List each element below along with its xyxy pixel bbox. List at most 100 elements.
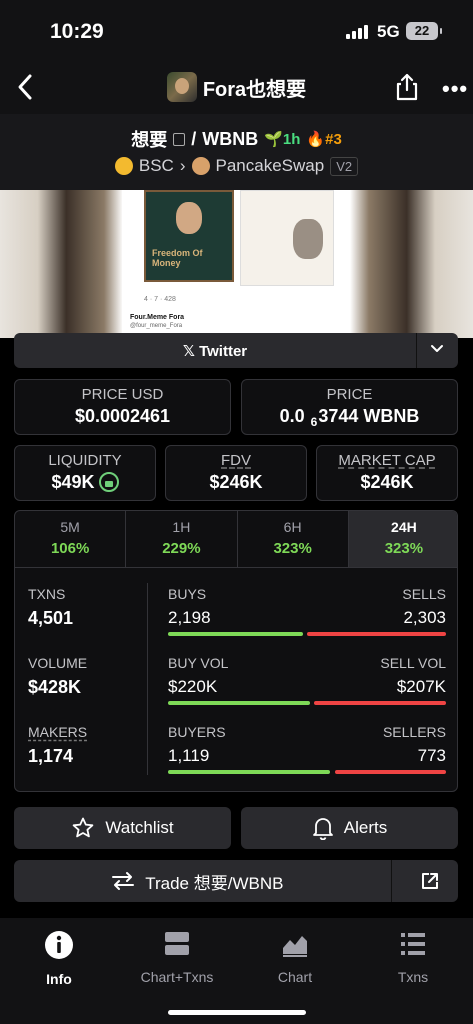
buys-value: 2,198: [168, 608, 211, 627]
market-cap-label[interactable]: MARKET CAP: [338, 452, 435, 469]
market-cap-value: $246K: [360, 472, 414, 492]
pair-separator: /: [191, 128, 197, 149]
list-icon: [401, 933, 425, 955]
star-icon: [73, 817, 94, 838]
trending-rank-value: #3: [325, 131, 342, 148]
swap-icon: [112, 872, 135, 890]
tab-txns[interactable]: Txns: [363, 930, 463, 985]
sell-vol-bar: [314, 701, 446, 705]
nav-bar: Fora也想要 •••: [0, 62, 473, 114]
tab-5m[interactable]: 5M 106%: [15, 511, 127, 567]
price-value-zeros: 6: [310, 415, 318, 429]
twitter-label: Twitter: [199, 343, 248, 360]
tab-chart-label: Chart: [277, 969, 313, 985]
volume-label: VOLUME: [28, 655, 88, 671]
trade-button[interactable]: Trade 想要/WBNB: [14, 860, 381, 902]
x-icon: 𝕏: [182, 343, 195, 360]
makers-value: 1,174: [28, 746, 74, 766]
buy-vol-label: BUY VOL: [168, 655, 229, 671]
token-avatar: [166, 72, 197, 102]
chevron-right-icon: ›: [179, 156, 186, 175]
tab-label: 1H: [172, 519, 191, 535]
fdv-card: FDV $246K: [165, 445, 307, 501]
sell-vol-value: $207K: [396, 677, 446, 696]
tweet-handle: @four_meme_Fora: [130, 323, 183, 329]
tab-label: 6H: [283, 519, 302, 535]
watchlist-button[interactable]: Watchlist: [14, 807, 231, 849]
timeframe-tabs: 5M 106% 1H 229% 6H 323% 24H 323%: [15, 511, 457, 568]
makers-label[interactable]: MAKERS: [28, 724, 87, 740]
chain-line: BSC › PancakeSwap V2: [0, 156, 473, 176]
tweet-preview: Freedom Of Money 4 · 7 · 428 Four.Meme F…: [122, 190, 350, 338]
external-link-icon: [421, 873, 438, 889]
alerts-button[interactable]: Alerts: [241, 807, 458, 849]
twitter-button[interactable]: 𝕏 Twitter: [14, 342, 416, 360]
pair-age: 🌱1h: [264, 130, 300, 148]
buyers-value: 1,119: [168, 746, 210, 765]
tab-change: 106%: [50, 540, 90, 557]
header-banner-image: Freedom Of Money 4 · 7 · 428 Four.Meme F…: [0, 190, 473, 338]
makers-row: MAKERS 1,174 BUYERS SELLERS 1,119 773: [15, 724, 457, 784]
chain-name[interactable]: BSC: [139, 156, 174, 176]
fdv-value: $246K: [209, 472, 263, 492]
buy-vol-value: $220K: [168, 677, 218, 696]
watchlist-label: Watchlist: [105, 818, 174, 837]
home-indicator: [168, 1010, 306, 1015]
trending-rank: 🔥#3: [306, 130, 341, 148]
tab-info[interactable]: Info: [9, 930, 109, 987]
liquidity-value-row: $49K: [15, 472, 155, 493]
chevron-down-icon[interactable]: [430, 342, 444, 356]
seedling-icon: 🌱: [264, 131, 283, 148]
tab-label: 24H: [391, 519, 417, 535]
tab-label: 5M: [60, 519, 80, 535]
more-icon[interactable]: •••: [442, 76, 468, 102]
trade-bar: Trade 想要/WBNB: [14, 860, 458, 902]
bottom-tab-bar: Info Chart+Txns Chart Txns: [0, 918, 473, 1024]
pancakeswap-icon: [191, 157, 210, 175]
price-native-card: PRICE 0.0 63744 WBNB: [241, 379, 458, 435]
alerts-label: Alerts: [343, 818, 388, 837]
chart-txns-icon: [165, 932, 189, 955]
tab-24h[interactable]: 24H 323%: [348, 511, 457, 567]
volume-row: VOLUME $428K BUY VOL SELL VOL $220K $207…: [15, 655, 457, 715]
book-title: Freedom Of Money: [152, 248, 203, 268]
bsc-icon: [114, 157, 133, 175]
tab-6h[interactable]: 6H 323%: [238, 511, 349, 567]
buyers-bar: [168, 770, 330, 774]
dex-name[interactable]: PancakeSwap: [216, 156, 325, 176]
tab-txns-label: Txns: [397, 969, 429, 985]
price-usd-label: PRICE USD: [81, 386, 164, 403]
sellers-bar: [335, 770, 446, 774]
divider: [390, 860, 392, 902]
bell-icon: [312, 818, 333, 840]
tab-1h[interactable]: 1H 229%: [126, 511, 238, 567]
quote-symbol: WBNB: [202, 128, 259, 149]
price-value: 0.0 63744 WBNB: [242, 406, 457, 429]
copy-icon[interactable]: [173, 132, 186, 146]
sellers-label: SELLERS: [382, 724, 446, 740]
share-icon[interactable]: [394, 72, 420, 102]
liquidity-card: LIQUIDITY $49K: [14, 445, 156, 501]
tab-info-label: Info: [46, 971, 72, 987]
buys-label: BUYS: [168, 586, 207, 602]
tab-chart[interactable]: Chart: [245, 930, 345, 985]
sellers-value: 773: [417, 746, 446, 765]
tweet-author: Four.Meme Fora: [130, 314, 185, 321]
lock-icon[interactable]: [98, 472, 119, 492]
fdv-label[interactable]: FDV: [221, 452, 251, 469]
status-bar: 10:29 5G 22: [0, 0, 473, 62]
info-icon: [45, 931, 73, 959]
market-cap-card: MARKET CAP $246K: [316, 445, 458, 501]
pair-line: 想要 / WBNB 🌱1h 🔥#3: [0, 126, 473, 152]
price-label: PRICE: [326, 386, 373, 403]
tab-chart-txns[interactable]: Chart+Txns: [127, 930, 227, 985]
trade-label: Trade 想要/WBNB: [145, 873, 284, 893]
buy-vol-bar: [168, 701, 310, 705]
version-badge: V2: [330, 156, 359, 176]
price-usd-card: PRICE USD $0.0002461: [14, 379, 231, 435]
network-type: 5G: [377, 22, 400, 41]
twitter-link-bar: 𝕏 Twitter: [14, 333, 458, 368]
buys-bar: [168, 632, 303, 636]
pair-header: 想要 / WBNB 🌱1h 🔥#3 BSC › PancakeSwap V2: [0, 114, 473, 190]
external-link-button[interactable]: [402, 860, 458, 902]
